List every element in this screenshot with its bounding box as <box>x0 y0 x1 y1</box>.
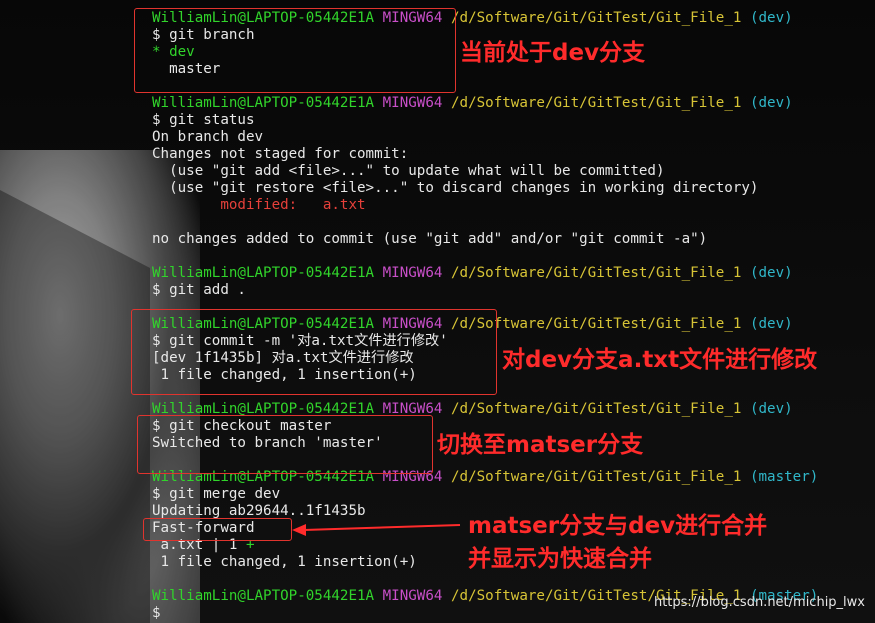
prompt-line: WilliamLin@LAPTOP-05442E1A MINGW64 /d/So… <box>152 265 793 281</box>
watermark-text: https://blog.csdn.net/michip_lwx <box>653 595 865 610</box>
prompt-line: WilliamLin@LAPTOP-05442E1A MINGW64 /d/So… <box>152 95 793 111</box>
highlight-box-fast-forward <box>143 518 292 541</box>
highlight-box-checkout <box>137 415 433 474</box>
annotation-checkout: 切换至matser分支 <box>437 432 644 458</box>
annotation-commit: 对dev分支a.txt文件进行修改 <box>502 347 818 373</box>
command-line: $ git add . <box>152 282 246 298</box>
output-line: (use "git add <file>..." to update what … <box>152 163 665 179</box>
output-line: Changes not staged for commit: <box>152 146 409 162</box>
annotation-merge-line1: matser分支与dev进行合并 <box>468 513 768 539</box>
highlight-box-commit <box>131 309 497 395</box>
output-line: On branch dev <box>152 129 264 145</box>
modified-file-line: modified: a.txt <box>152 197 366 213</box>
command-line: $ git merge dev <box>152 486 281 502</box>
output-line: (use "git restore <file>..." to discard … <box>152 180 759 196</box>
annotation-merge-line2: 并显示为快速合并 <box>468 546 652 572</box>
annotation-current-branch: 当前处于dev分支 <box>460 40 646 66</box>
output-line: no changes added to commit (use "git add… <box>152 231 708 247</box>
highlight-box-branch <box>134 8 456 93</box>
command-line: $ git status <box>152 112 255 128</box>
annotation-arrow-icon <box>292 524 461 536</box>
